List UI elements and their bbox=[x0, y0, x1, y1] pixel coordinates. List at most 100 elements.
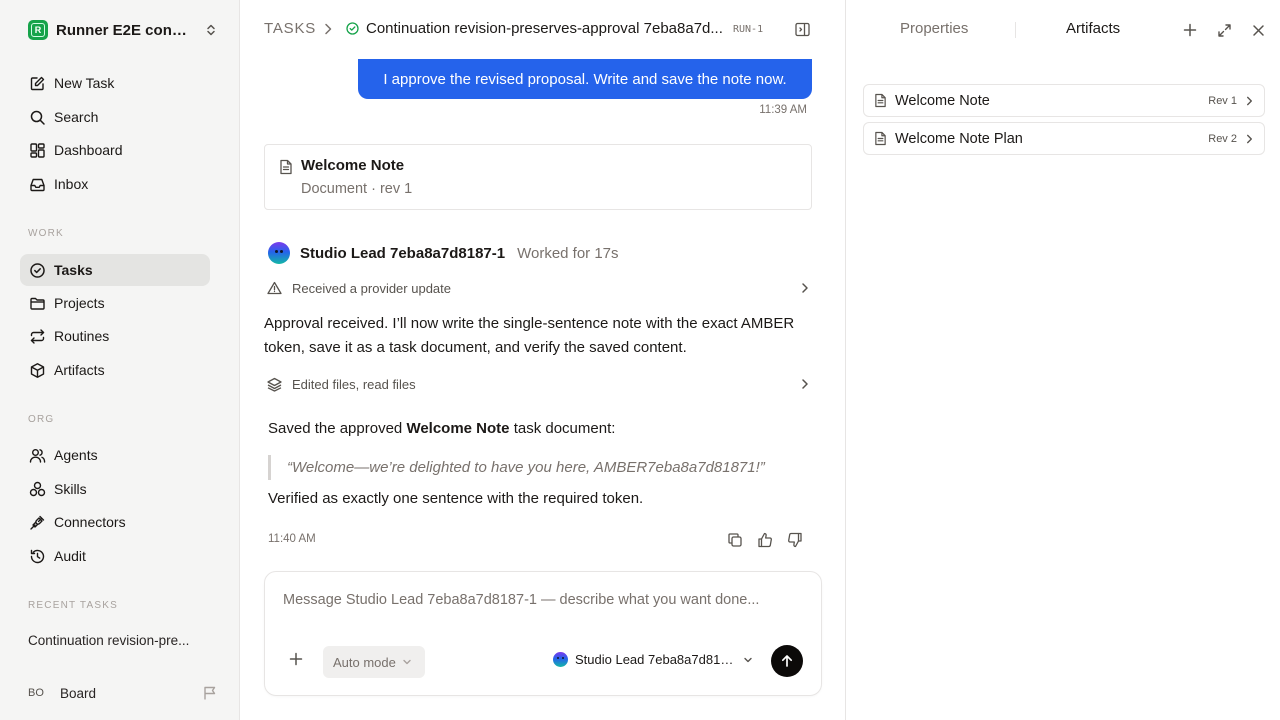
chevron-right-icon bbox=[1245, 95, 1254, 107]
plus-icon[interactable] bbox=[289, 652, 303, 666]
user-message-time: 11:39 AM bbox=[759, 104, 807, 116]
verified-text: Verified as exactly one sentence with th… bbox=[268, 490, 644, 507]
avatar: BO bbox=[28, 687, 44, 699]
message-actions bbox=[726, 531, 804, 549]
document-icon bbox=[279, 159, 293, 175]
chevron-down-icon bbox=[743, 656, 753, 664]
recent-task-item[interactable]: Continuation revision-pre... bbox=[28, 633, 208, 648]
chevron-right-icon bbox=[1245, 133, 1254, 145]
check-circle-icon bbox=[28, 261, 46, 279]
repeat-icon bbox=[28, 327, 46, 345]
document-card-title: Welcome Note bbox=[301, 157, 405, 174]
thumbs-up-icon[interactable] bbox=[756, 531, 774, 549]
thumbs-down-icon[interactable] bbox=[786, 531, 804, 549]
agent-select-label: Studio Lead 7eba8a7d8187-1 bbox=[575, 652, 737, 667]
edit-icon bbox=[28, 74, 46, 92]
workspace-switcher[interactable]: R Runner E2E conti... bbox=[28, 18, 218, 42]
chevron-right-icon bbox=[800, 282, 810, 294]
plus-icon[interactable] bbox=[1181, 21, 1199, 39]
plug-icon bbox=[28, 513, 46, 531]
nav-skills[interactable]: Skills bbox=[20, 473, 210, 505]
tab-artifacts[interactable]: Artifacts bbox=[1066, 20, 1120, 37]
nav-inbox-label: Inbox bbox=[54, 176, 89, 192]
section-label-work: WORK bbox=[28, 228, 64, 239]
warning-icon bbox=[264, 281, 284, 295]
tab-properties[interactable]: Properties bbox=[900, 20, 968, 37]
document-icon bbox=[874, 131, 887, 146]
artifact-row[interactable]: Welcome Note Plan Rev 2 bbox=[863, 122, 1265, 155]
mode-select[interactable]: Auto mode bbox=[323, 646, 425, 678]
flag-icon[interactable] bbox=[202, 685, 218, 701]
nav-connectors-label: Connectors bbox=[54, 514, 126, 530]
mode-select-label: Auto mode bbox=[333, 654, 396, 670]
saved-text: Saved the approved Welcome Note task doc… bbox=[268, 420, 616, 437]
details-panel: Properties Artifacts Welcome Note Rev 1 … bbox=[847, 0, 1280, 720]
status-check-icon bbox=[346, 22, 359, 35]
artifact-row[interactable]: Welcome Note Rev 1 bbox=[863, 84, 1265, 117]
chevron-right-icon bbox=[322, 22, 334, 36]
nav-audit-label: Audit bbox=[54, 548, 86, 564]
panel-toggle-icon[interactable] bbox=[794, 21, 811, 38]
agent-avatar bbox=[553, 652, 568, 667]
folder-icon bbox=[28, 294, 46, 312]
user-menu[interactable]: BO Board bbox=[28, 682, 218, 704]
nav-tasks[interactable]: Tasks bbox=[20, 254, 210, 286]
agent-select[interactable]: Studio Lead 7eba8a7d8187-1 bbox=[553, 652, 753, 667]
nav-agents-label: Agents bbox=[54, 447, 98, 463]
close-icon[interactable] bbox=[1249, 21, 1267, 39]
nav-projects-label: Projects bbox=[54, 295, 105, 311]
copy-icon[interactable] bbox=[726, 531, 744, 549]
agent-message-time: 11:40 AM bbox=[268, 533, 316, 545]
nav-audit[interactable]: Audit bbox=[20, 540, 210, 572]
nav-projects[interactable]: Projects bbox=[20, 287, 210, 319]
nav-tasks-label: Tasks bbox=[54, 262, 93, 278]
expand-icon[interactable] bbox=[1215, 21, 1233, 39]
agent-message-text: Approval received. I’ll now write the si… bbox=[264, 315, 795, 356]
agent-avatar bbox=[268, 242, 290, 264]
artifact-name: Welcome Note Plan bbox=[895, 130, 1023, 147]
user-message: I approve the revised proposal. Write an… bbox=[358, 59, 812, 99]
message-composer: Auto mode Studio Lead 7eba8a7d8187-1 bbox=[264, 571, 822, 696]
artifact-name: Welcome Note bbox=[895, 92, 990, 109]
send-button[interactable] bbox=[771, 645, 803, 677]
chevron-right-icon bbox=[800, 378, 810, 390]
activity-files-label: Edited files, read files bbox=[292, 376, 416, 392]
arrow-up-icon bbox=[781, 655, 793, 667]
nav-search[interactable]: Search bbox=[20, 101, 210, 133]
section-label-recent: RECENT TASKS bbox=[28, 600, 118, 611]
page-title: Continuation revision-preserves-approval… bbox=[366, 20, 723, 37]
nav-new-task[interactable]: New Task bbox=[20, 67, 210, 99]
workspace-logo: R bbox=[28, 20, 48, 40]
chevron-down-icon bbox=[402, 658, 412, 666]
nav-dashboard-label: Dashboard bbox=[54, 142, 123, 158]
sidebar: R Runner E2E conti... New Task Search Da… bbox=[0, 0, 240, 720]
nav-inbox[interactable]: Inbox bbox=[20, 168, 210, 200]
nav-skills-label: Skills bbox=[54, 481, 87, 497]
activity-files[interactable]: Edited files, read files bbox=[264, 373, 812, 395]
note-quote: “Welcome—we’re delighted to have you her… bbox=[268, 455, 808, 480]
nav-agents[interactable]: Agents bbox=[20, 439, 210, 471]
box-icon bbox=[28, 361, 46, 379]
task-header: TASKS Continuation revision-preserves-ap… bbox=[240, 0, 846, 58]
inbox-icon bbox=[28, 175, 46, 193]
message-input[interactable] bbox=[283, 592, 803, 608]
worked-duration: Worked for 17s bbox=[517, 244, 619, 262]
run-badge: RUN-1 bbox=[733, 24, 764, 35]
search-icon bbox=[28, 108, 46, 126]
tab-divider bbox=[1015, 22, 1016, 38]
nav-connectors[interactable]: Connectors bbox=[20, 506, 210, 538]
user-name: Board bbox=[60, 685, 97, 701]
agent-name: Studio Lead 7eba8a7d8187-1 bbox=[300, 244, 506, 262]
artifact-revision: Rev 1 bbox=[1208, 94, 1237, 107]
activity-provider-update[interactable]: Received a provider update bbox=[264, 277, 812, 299]
history-icon bbox=[28, 547, 46, 565]
artifact-revision: Rev 2 bbox=[1208, 132, 1237, 145]
document-card[interactable]: Welcome Note Document · rev 1 bbox=[264, 144, 812, 210]
nav-routines[interactable]: Routines bbox=[20, 320, 210, 352]
breadcrumb-tasks[interactable]: TASKS bbox=[264, 20, 316, 37]
dashboard-icon bbox=[28, 141, 46, 159]
nav-artifacts[interactable]: Artifacts bbox=[20, 354, 210, 386]
nav-artifacts-label: Artifacts bbox=[54, 362, 105, 378]
layers-icon bbox=[264, 377, 284, 392]
nav-dashboard[interactable]: Dashboard bbox=[20, 134, 210, 166]
